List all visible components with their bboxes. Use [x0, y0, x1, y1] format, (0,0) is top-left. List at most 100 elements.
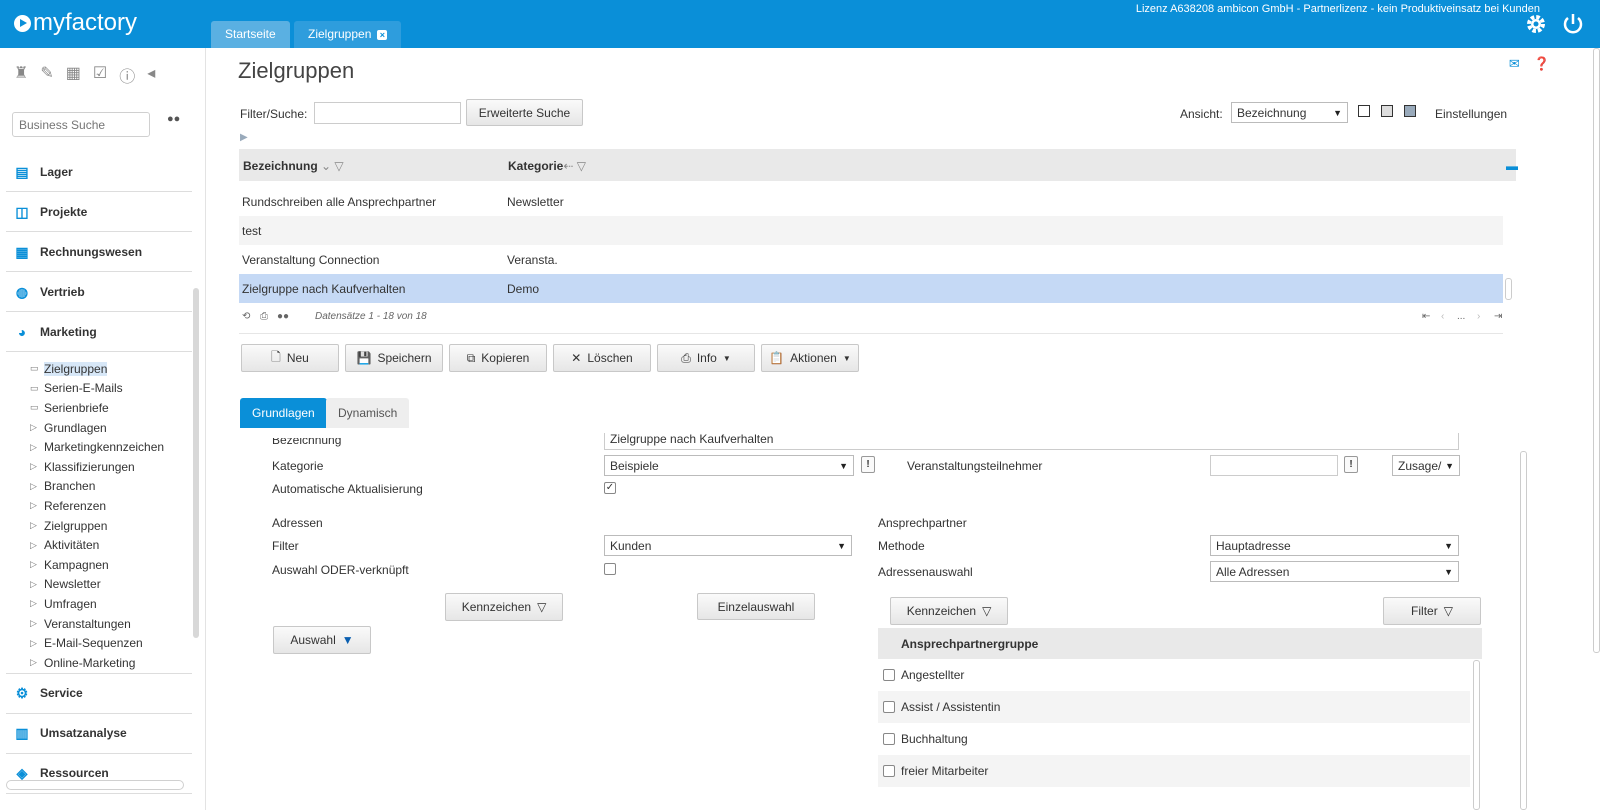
info-button[interactable]: ⎙ Info ▼ [657, 344, 755, 372]
veranstaltungsteilnehmer-input[interactable] [1210, 455, 1338, 476]
list-item[interactable]: Assist / Assistentin [878, 691, 1470, 723]
submenu-item-grundlagen[interactable]: ▷ Grundlagen [30, 418, 192, 438]
table-row[interactable]: Rundschreiben alle Ansprechpartner Newsle… [239, 187, 1503, 216]
view-single-icon[interactable] [1358, 105, 1370, 117]
submenu-item-serien-e-mails[interactable]: ▭ Serien-E-Mails [30, 379, 192, 399]
einzelauswahl-button[interactable]: Einzelauswahl [697, 593, 815, 620]
sidebar-item-marketing[interactable]: ◕ Marketing [6, 312, 192, 352]
submenu-item-e-mail-sequenzen[interactable]: ▷ E-Mail-Sequenzen [30, 633, 192, 653]
ap-filter-button[interactable]: Filter ▽ [1383, 597, 1481, 625]
table-row[interactable]: Veranstaltung Connection Veransta. [239, 245, 1503, 274]
refresh-icon[interactable]: ⟲ [242, 311, 250, 322]
tab-close-icon[interactable]: × [377, 30, 388, 40]
filter-select[interactable]: Kunden ▼ [604, 535, 852, 556]
submenu-item-veranstaltungen[interactable]: ▷ Veranstaltungen [30, 614, 192, 634]
row-checkbox[interactable] [883, 701, 895, 713]
view-select[interactable]: Bezeichnung ▼ [1231, 102, 1348, 123]
checklist-icon[interactable]: ☑ [93, 63, 107, 87]
page-scrollbar[interactable] [1593, 48, 1600, 653]
row-checkbox[interactable] [883, 765, 895, 777]
filter-search-input[interactable] [314, 102, 461, 124]
eraser-icon[interactable]: ✎ [40, 63, 53, 87]
app-logo[interactable]: myfactory [14, 9, 137, 37]
column-kategorie[interactable]: Kategorie⇠ ▽ [508, 159, 586, 173]
sidebar-scrollbar[interactable] [193, 288, 199, 638]
options-icon[interactable]: ●● [277, 311, 289, 322]
search-options-icon[interactable]: ●● [167, 113, 180, 125]
tab-startseite[interactable]: Startseite [211, 21, 290, 48]
copy-button[interactable]: ⧉ Kopieren [449, 344, 547, 372]
submenu-item-branchen[interactable]: ▷ Branchen [30, 477, 192, 497]
sidebar-item-service[interactable]: ⚙ Service [6, 674, 192, 714]
teilnehmer-info-icon[interactable]: ! [1344, 456, 1358, 473]
tab-zielgruppen[interactable]: Zielgruppen × [294, 21, 402, 48]
kennzeichen-button[interactable]: Kennzeichen ▽ [445, 593, 563, 621]
table-row-selected[interactable]: Zielgruppe nach Kaufverhalten Demo [239, 274, 1503, 303]
kategorie-info-icon[interactable]: ! [861, 456, 875, 473]
submenu-item-online-marketing[interactable]: ▷ Online-Marketing [30, 653, 192, 673]
list-item[interactable]: Buchhaltung [878, 723, 1470, 755]
tab-dynamisch[interactable]: Dynamisch [326, 398, 410, 428]
ap-kennzeichen-button[interactable]: Kennzeichen ▽ [890, 597, 1008, 625]
submenu-item-serienbriefe[interactable]: ▭ Serienbriefe [30, 398, 192, 418]
settings-gear-icon[interactable] [1524, 12, 1548, 41]
kategorie-select[interactable]: Beispiele ▼ [604, 455, 854, 476]
table-row[interactable]: test [239, 216, 1503, 245]
auto-update-checkbox[interactable]: ✓ [604, 482, 616, 494]
methode-select[interactable]: Hauptadresse ▼ [1210, 535, 1459, 556]
submenu-item-zielgruppen-folder[interactable]: ▷ Zielgruppen [30, 516, 192, 536]
bottle-icon[interactable]: ♜ [14, 63, 28, 87]
list-item[interactable]: freier Mitarbeiter [878, 755, 1470, 787]
next-page-icon[interactable]: › [1477, 311, 1480, 322]
oder-checkbox[interactable] [604, 563, 616, 575]
last-page-icon[interactable]: ⇥ [1494, 311, 1502, 322]
sort-filter-icon[interactable]: ⌄ ▽ [321, 159, 344, 173]
submenu-item-klassifizierungen[interactable]: ▷ Klassifizierungen [30, 457, 192, 477]
print-icon[interactable]: ⎙ [260, 311, 268, 322]
prev-page-icon[interactable]: ‹ [1441, 311, 1444, 322]
adressenauswahl-select[interactable]: Alle Adressen ▼ [1210, 561, 1459, 582]
extended-search-button[interactable]: Erweiterte Suche [466, 99, 583, 126]
view-detail-icon[interactable] [1404, 105, 1416, 117]
new-button[interactable]: 🗋 Neu [241, 344, 339, 372]
mail-icon[interactable]: ✉ [1509, 56, 1520, 72]
sidebar-item-lager[interactable]: ▤ Lager [6, 152, 192, 192]
settings-link[interactable]: Einstellungen [1435, 107, 1507, 121]
save-button[interactable]: 💾 Speichern [345, 344, 443, 372]
calendar-icon[interactable]: ▦ [66, 63, 81, 87]
submenu-item-zielgruppen[interactable]: ▭ Zielgruppen [30, 359, 192, 379]
tab-grundlagen[interactable]: Grundlagen [240, 398, 327, 428]
submenu-item-marketingkennzeichen[interactable]: ▷ Marketingkennzeichen [30, 437, 192, 457]
info-icon[interactable]: ⓘ [119, 63, 135, 87]
auswahl-button[interactable]: Auswahl ▼ [273, 626, 371, 654]
help-icon[interactable]: ❓ [1534, 56, 1550, 72]
sort-filter-icon[interactable]: ⇠ ▽ [563, 159, 586, 173]
submenu-item-umfragen[interactable]: ▷ Umfragen [30, 594, 192, 614]
power-icon[interactable] [1562, 12, 1584, 41]
business-search-input[interactable] [12, 112, 150, 137]
expand-filter-icon[interactable]: ▶ [240, 132, 248, 143]
grid-scrollbar[interactable] [1505, 278, 1512, 300]
row-checkbox[interactable] [883, 733, 895, 745]
column-bezeichnung[interactable]: Bezeichnung ⌄ ▽ [243, 159, 344, 173]
delete-button[interactable]: ✕ Löschen [553, 344, 651, 372]
list-item[interactable]: Angestellter [878, 659, 1470, 691]
submenu-item-kampagnen[interactable]: ▷ Kampagnen [30, 555, 192, 575]
sidebar-item-rechnungswesen[interactable]: ▦ Rechnungswesen [6, 232, 192, 272]
sidebar-item-projekte[interactable]: ◫ Projekte [6, 192, 192, 232]
submenu-item-newsletter[interactable]: ▷ Newsletter [30, 575, 192, 595]
collapse-sidebar-icon[interactable]: ◂ [147, 63, 155, 87]
form-scrollbar[interactable] [1520, 451, 1527, 810]
row-checkbox[interactable] [883, 669, 895, 681]
sidebar-item-vertrieb[interactable]: ◍ Vertrieb [6, 272, 192, 312]
sidebar-item-umsatzanalyse[interactable]: ▥ Umsatzanalyse [6, 714, 192, 754]
submenu-item-referenzen[interactable]: ▷ Referenzen [30, 496, 192, 516]
submenu-item-aktivitaeten[interactable]: ▷ Aktivitäten [30, 535, 192, 555]
first-page-icon[interactable]: ⇤ [1422, 311, 1430, 322]
column-settings-icon[interactable]: ▬ [1506, 159, 1518, 173]
actions-button[interactable]: 📋 Aktionen ▼ [761, 344, 859, 372]
view-split-icon[interactable] [1381, 105, 1393, 117]
zusage-select[interactable]: Zusage/▼ [1392, 455, 1460, 476]
bezeichnung-input[interactable]: Zielgruppe nach Kaufverhalten [604, 433, 1459, 450]
ap-list-scrollbar[interactable] [1473, 660, 1480, 810]
